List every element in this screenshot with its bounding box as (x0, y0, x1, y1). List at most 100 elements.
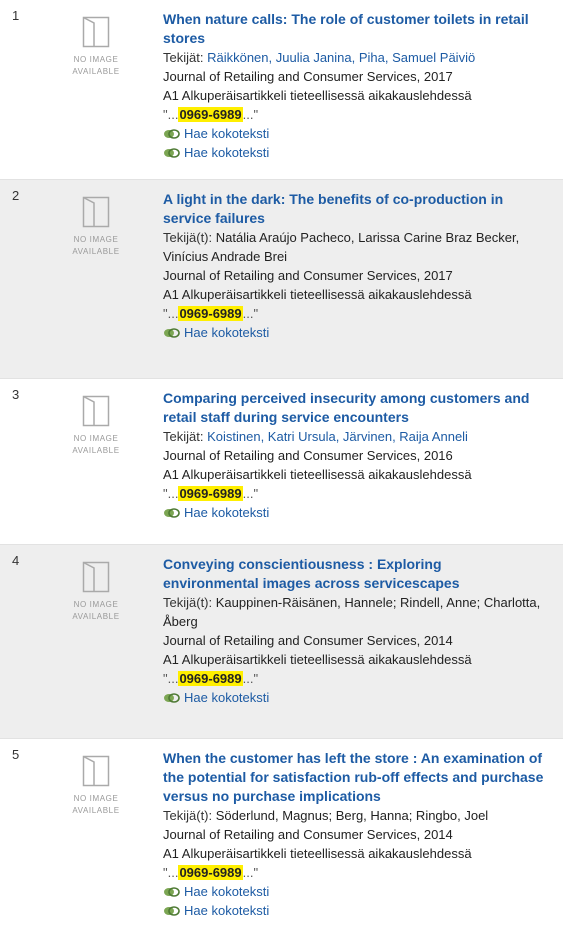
search-snippet: "...0969-6989..." (163, 304, 553, 323)
search-snippet: "...0969-6989..." (163, 105, 553, 124)
author-link[interactable]: Koistinen, Katri Ursula, Järvinen, Raija… (207, 429, 468, 444)
fulltext-link-label: Hae kokoteksti (184, 505, 270, 520)
record-source: Journal of Retailing and Consumer Servic… (163, 827, 453, 842)
no-image-thumbnail[interactable]: NO IMAGE AVAILABLE (60, 755, 132, 817)
result-number: 3 (12, 387, 20, 402)
authors-label: Tekijä(t): (163, 595, 213, 610)
search-snippet: "...0969-6989..." (163, 863, 553, 882)
record-title-link[interactable]: When the customer has left the store : A… (163, 749, 555, 806)
issn-highlight: 0969-6989 (178, 107, 243, 122)
authors-label: Tekijät: (163, 429, 204, 444)
snippet-suffix: ..." (242, 865, 259, 880)
result-record: 2 NO IMAGE AVAILABLE A light in the dark… (0, 180, 563, 379)
snippet-prefix: "... (163, 486, 179, 501)
fulltext-link-label: Hae kokoteksti (184, 325, 270, 340)
no-image-label: AVAILABLE (72, 612, 120, 621)
fulltext-link[interactable]: Hae kokoteksti (163, 323, 553, 342)
record-type: A1 Alkuperäisartikkeli tieteellisessä ai… (163, 846, 472, 861)
record-details: Conveying conscientiousness : Exploring … (163, 555, 553, 707)
record-details: A light in the dark: The benefits of co-… (163, 190, 553, 342)
result-number: 2 (12, 188, 20, 203)
authors-text: Kauppinen-Räisänen, Hannele; Rindell, An… (163, 595, 541, 629)
no-image-label: AVAILABLE (72, 67, 120, 76)
fulltext-link-label: Hae kokoteksti (184, 145, 270, 160)
authors-text: Söderlund, Magnus; Berg, Hanna; Ringbo, … (215, 808, 489, 823)
record-details: Comparing perceived insecurity among cus… (163, 389, 553, 522)
record-title-link[interactable]: When nature calls: The role of customer … (163, 10, 555, 48)
broken-image-icon (82, 16, 110, 48)
no-image-thumbnail[interactable]: NO IMAGE AVAILABLE (60, 16, 132, 78)
fulltext-link[interactable]: Hae kokoteksti (163, 143, 553, 162)
no-image-label: NO IMAGE (73, 235, 119, 244)
snippet-suffix: ..." (242, 107, 259, 122)
record-type: A1 Alkuperäisartikkeli tieteellisessä ai… (163, 652, 472, 667)
record-type: A1 Alkuperäisartikkeli tieteellisessä ai… (163, 88, 472, 103)
no-image-label: NO IMAGE (73, 600, 119, 609)
result-record: 4 NO IMAGE AVAILABLE Conveying conscient… (0, 545, 563, 739)
fulltext-link-icon (164, 128, 180, 139)
no-image-label: AVAILABLE (72, 446, 120, 455)
fulltext-link-label: Hae kokoteksti (184, 690, 270, 705)
broken-image-icon (82, 196, 110, 228)
fulltext-link-icon (164, 147, 180, 158)
authors-label: Tekijä(t): (163, 230, 213, 245)
no-image-label: AVAILABLE (72, 247, 120, 256)
record-source: Journal of Retailing and Consumer Servic… (163, 448, 453, 463)
fulltext-link-label: Hae kokoteksti (184, 903, 270, 918)
result-number: 1 (12, 8, 20, 23)
no-image-thumbnail[interactable]: NO IMAGE AVAILABLE (60, 561, 132, 623)
fulltext-link[interactable]: Hae kokoteksti (163, 901, 553, 920)
fulltext-link[interactable]: Hae kokoteksti (163, 882, 553, 901)
authors-text: Natália Araújo Pacheco, Larissa Carine B… (163, 230, 520, 264)
record-type: A1 Alkuperäisartikkeli tieteellisessä ai… (163, 467, 472, 482)
fulltext-link-icon (164, 327, 180, 338)
snippet-prefix: "... (163, 107, 179, 122)
snippet-prefix: "... (163, 671, 179, 686)
issn-highlight: 0969-6989 (178, 865, 243, 880)
broken-image-icon (82, 395, 110, 427)
results-list: 1 NO IMAGE AVAILABLE When nature calls: … (0, 0, 563, 944)
no-image-label: NO IMAGE (73, 434, 119, 443)
author-link[interactable]: Räikkönen, Juulia Janina, Piha, Samuel P… (207, 50, 475, 65)
fulltext-link[interactable]: Hae kokoteksti (163, 688, 553, 707)
no-image-thumbnail[interactable]: NO IMAGE AVAILABLE (60, 196, 132, 258)
snippet-suffix: ..." (242, 486, 259, 501)
no-image-label: NO IMAGE (73, 55, 119, 64)
result-record: 3 NO IMAGE AVAILABLE Comparing perceived… (0, 379, 563, 545)
fulltext-link-icon (164, 886, 180, 897)
record-title-link[interactable]: Comparing perceived insecurity among cus… (163, 389, 555, 427)
record-title-link[interactable]: A light in the dark: The benefits of co-… (163, 190, 555, 228)
record-details: When the customer has left the store : A… (163, 749, 553, 920)
record-source: Journal of Retailing and Consumer Servic… (163, 268, 453, 283)
snippet-suffix: ..." (242, 306, 259, 321)
authors-label: Tekijä(t): (163, 808, 213, 823)
result-record: 1 NO IMAGE AVAILABLE When nature calls: … (0, 0, 563, 180)
no-image-thumbnail[interactable]: NO IMAGE AVAILABLE (60, 395, 132, 457)
result-number: 4 (12, 553, 20, 568)
search-snippet: "...0969-6989..." (163, 484, 553, 503)
snippet-prefix: "... (163, 306, 179, 321)
issn-highlight: 0969-6989 (178, 306, 243, 321)
fulltext-link-icon (164, 507, 180, 518)
no-image-label: NO IMAGE (73, 794, 119, 803)
fulltext-link-icon (164, 692, 180, 703)
record-source: Journal of Retailing and Consumer Servic… (163, 69, 453, 84)
issn-highlight: 0969-6989 (178, 671, 243, 686)
result-record: 5 NO IMAGE AVAILABLE When the customer h… (0, 739, 563, 944)
no-image-label: AVAILABLE (72, 806, 120, 815)
result-number: 5 (12, 747, 20, 762)
record-title-link[interactable]: Conveying conscientiousness : Exploring … (163, 555, 503, 593)
fulltext-link-label: Hae kokoteksti (184, 126, 270, 141)
fulltext-link-icon (164, 905, 180, 916)
fulltext-link[interactable]: Hae kokoteksti (163, 124, 553, 143)
record-type: A1 Alkuperäisartikkeli tieteellisessä ai… (163, 287, 472, 302)
snippet-prefix: "... (163, 865, 179, 880)
authors-label: Tekijät: (163, 50, 204, 65)
fulltext-link-label: Hae kokoteksti (184, 884, 270, 899)
fulltext-link[interactable]: Hae kokoteksti (163, 503, 553, 522)
broken-image-icon (82, 561, 110, 593)
record-details: When nature calls: The role of customer … (163, 10, 553, 162)
issn-highlight: 0969-6989 (178, 486, 243, 501)
search-snippet: "...0969-6989..." (163, 669, 553, 688)
snippet-suffix: ..." (242, 671, 259, 686)
